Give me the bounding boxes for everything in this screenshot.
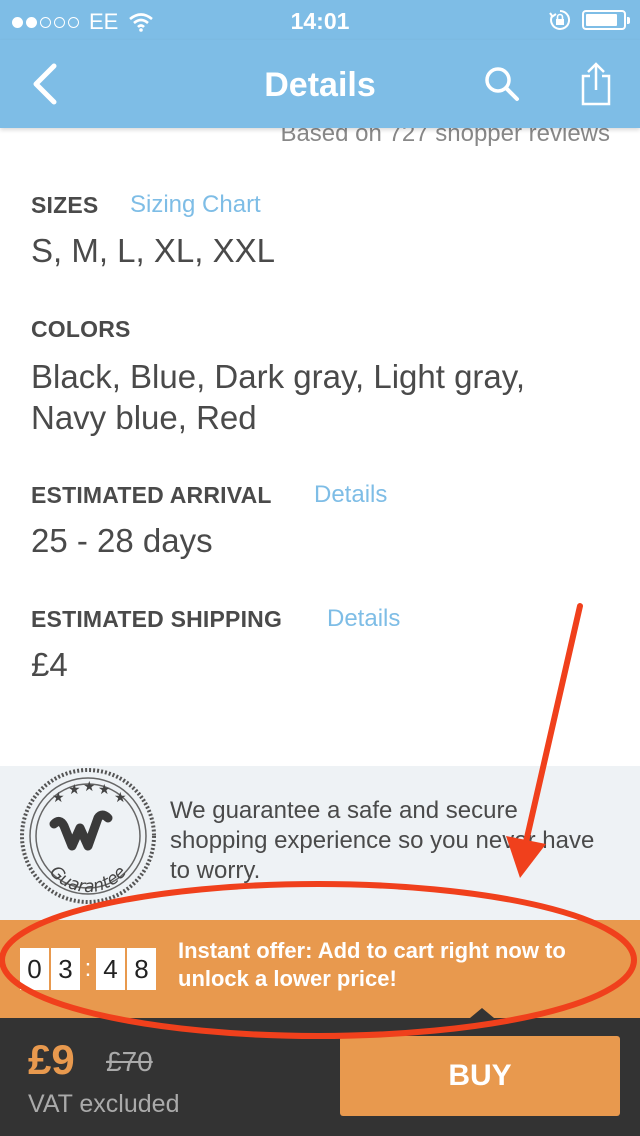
share-icon[interactable]	[576, 60, 616, 108]
guarantee-text: We guarantee a safe and secure shopping …	[170, 797, 595, 884]
svg-text:★: ★	[98, 782, 111, 798]
timer-digit: 0	[20, 948, 49, 990]
guarantee-badge-icon: ★ ★ ★ ★ ★ Guarantee	[20, 768, 156, 904]
colors-label: COLORS	[31, 316, 131, 342]
colors-value-line1: Black, Blue, Dark gray, Light gray,	[31, 358, 525, 395]
timer-digit: 8	[127, 948, 156, 990]
timer-digit: 4	[96, 948, 125, 990]
arrival-value: 25 - 28 days	[31, 522, 213, 559]
badge-word: Guarantee	[45, 862, 130, 897]
sizing-chart-link[interactable]: Sizing Chart	[130, 191, 261, 219]
page-title: Details	[264, 66, 376, 104]
status-right	[548, 8, 630, 32]
search-icon[interactable]	[482, 64, 522, 104]
sizes-value: S, M, L, XL, XXL	[31, 232, 275, 269]
guarantee-section: ★ ★ ★ ★ ★ Guarantee We guarantee a safe …	[0, 766, 640, 920]
shipping-label: ESTIMATED SHIPPING	[31, 606, 283, 632]
original-price: £70	[106, 1046, 153, 1077]
countdown-timer: 0 3 : 4 8	[20, 948, 158, 990]
shipping-details-link[interactable]: Details	[327, 605, 400, 633]
colors-value-line2: Navy blue, Red	[31, 399, 257, 436]
svg-text:★: ★	[83, 779, 96, 795]
buy-button[interactable]: BUY	[340, 1036, 620, 1116]
rotation-lock-icon	[549, 9, 571, 30]
purchase-bar: £9 £70 VAT excluded BUY	[0, 1018, 640, 1136]
svg-text:Guarantee: Guarantee	[45, 862, 130, 897]
offer-pointer	[470, 1008, 494, 1018]
battery-icon	[582, 10, 630, 30]
arrival-details-link[interactable]: Details	[314, 481, 387, 509]
timer-digit: 3	[51, 948, 80, 990]
svg-text:★: ★	[52, 790, 65, 806]
battery-level	[586, 14, 617, 26]
instant-offer-text: Instant offer: Add to cart right now to …	[178, 938, 566, 991]
navigation-bar: Details	[0, 40, 640, 128]
status-time: 14:01	[290, 8, 350, 34]
vat-note: VAT excluded	[28, 1090, 180, 1118]
arrival-label: ESTIMATED ARRIVAL	[31, 482, 272, 508]
instant-offer-banner[interactable]: 0 3 : 4 8 Instant offer: Add to cart rig…	[0, 920, 640, 1018]
svg-text:★: ★	[114, 790, 127, 806]
svg-text:★: ★	[68, 782, 81, 798]
shipping-value: £4	[31, 646, 68, 683]
status-bar: EE 14:01	[0, 0, 640, 40]
timer-separator: :	[84, 955, 92, 982]
current-price: £9	[28, 1036, 75, 1083]
sizes-label: SIZES	[31, 192, 99, 218]
